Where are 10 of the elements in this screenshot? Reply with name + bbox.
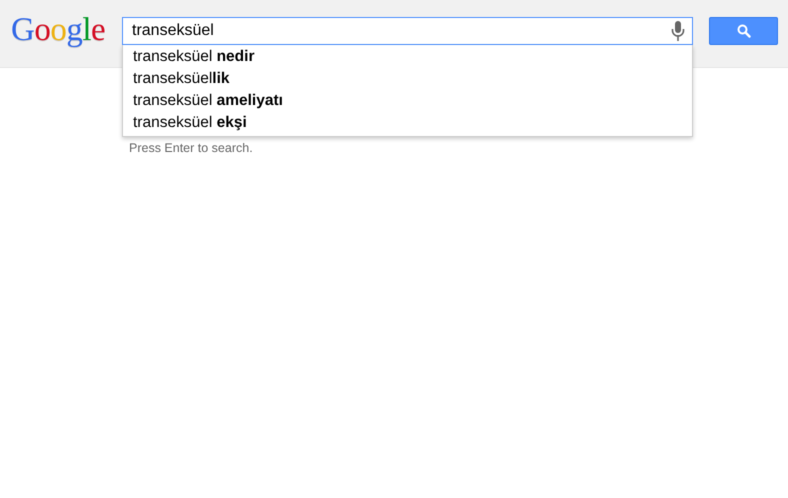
search-icon [736,24,750,38]
suggestion-item[interactable]: transeksüellik [123,68,692,90]
search-button[interactable] [709,17,778,45]
logo[interactable]: Google [11,12,111,48]
suggestion-item[interactable]: transeksüel nedir [123,46,692,68]
suggestion-item[interactable]: transeksüel ameliyatı [123,90,692,112]
microphone-icon[interactable] [671,21,685,41]
search-field[interactable]: transeksüel [122,17,693,45]
hint-text: Press Enter to search. [129,141,253,155]
suggestion-item[interactable]: transeksüel ekşi [123,112,692,134]
